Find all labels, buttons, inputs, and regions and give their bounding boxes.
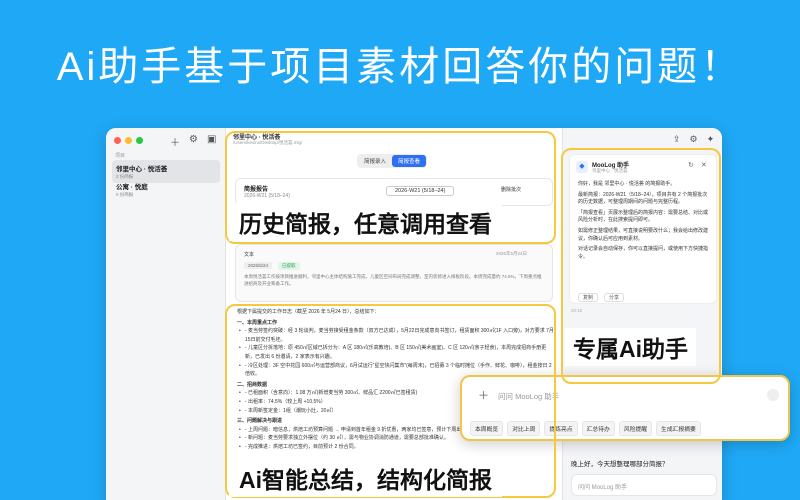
chip-report-summary[interactable]: 生成汇报摘要 (656, 421, 701, 436)
window-toolbar: ⇪ ⚙ ✦ (673, 134, 714, 145)
file-date: 2026年5月24日 (496, 251, 528, 256)
sidebar-item-project-2[interactable]: 公寓 · 悦庭 0 份简报 (112, 178, 220, 201)
source-file-card: 文本 2026年5月24日 2026/5/24 已提取 本周悦活荟工作按项目推进… (235, 244, 553, 302)
banner-summary: Ai智能总结，结构化简报 (229, 459, 502, 497)
chip-risk[interactable]: 风险提醒 (618, 421, 653, 436)
window-controls (114, 137, 143, 144)
zoom-window-button[interactable] (136, 137, 143, 144)
settings-icon[interactable]: ⚙ (690, 134, 698, 145)
banner-history: 历史简报，任意调用查看 (229, 203, 502, 241)
projects-label: 项目 (115, 153, 126, 159)
minimize-window-button[interactable] (125, 137, 132, 144)
project-name: 邻里中心 · 悦活荟 (116, 166, 168, 173)
project-count: 0 份简报 (116, 192, 134, 197)
send-icon[interactable] (767, 389, 779, 401)
greeting-question: 晚上好，今天想整理哪部分简报？ (571, 461, 669, 468)
plus-icon[interactable]: ＋ (170, 134, 180, 149)
close-window-button[interactable] (114, 137, 121, 144)
chat-input[interactable]: 问问 MooLog 助手 (571, 474, 717, 496)
sidebar-icon[interactable]: ▣ (207, 134, 216, 149)
gear-icon[interactable]: ⚙ (189, 134, 198, 149)
status-badge: 已提取 (278, 262, 300, 270)
banner-assistant: 专属Ai助手 (565, 328, 696, 366)
project-name: 公寓 · 悦庭 (116, 184, 148, 191)
file-date-tag: 2026/5/24 (244, 262, 273, 269)
sidebar-toolbar: ＋ ⚙ ▣ (170, 134, 216, 149)
export-icon[interactable]: ⇪ (673, 134, 681, 145)
file-type-label: 文本 (244, 252, 255, 258)
headline: Ai助手基于项目素材回答你的问题！ (56, 45, 744, 89)
chip-todos[interactable]: 汇总待办 (581, 421, 615, 436)
sparkle-icon[interactable]: ✦ (707, 134, 715, 145)
project-sidebar: ＋ ⚙ ▣ 项目 邻里中心 · 悦活荟 2 份简报 公寓 · 悦庭 0 份简报 (106, 128, 226, 500)
file-content: 本周悦活荟工作按项目推进顺利，邻里中心主体结构施工完成，儿童区空间布局完成调整，… (244, 274, 542, 286)
